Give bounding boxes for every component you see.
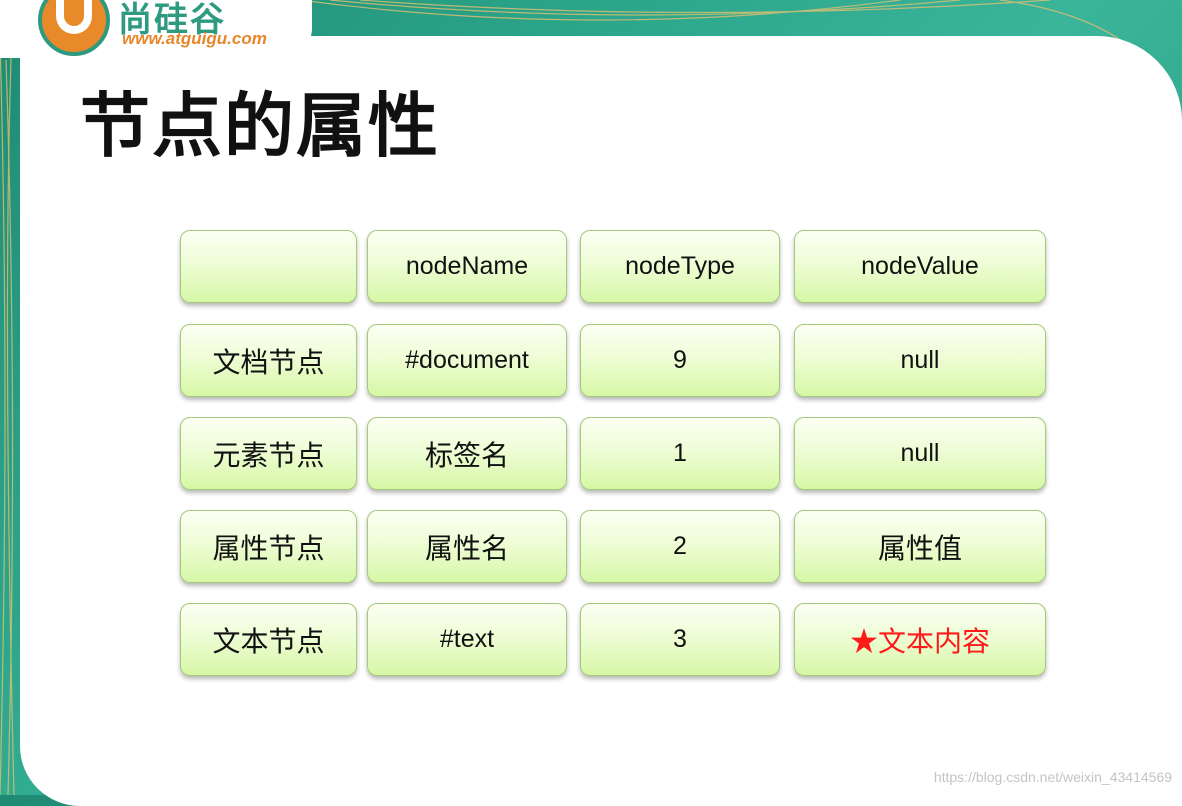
table-cell: 1 xyxy=(580,417,780,490)
page-title: 节点的属性 xyxy=(80,85,440,167)
table-cell: null xyxy=(794,324,1046,397)
table-header-cell xyxy=(180,230,357,303)
table-cell: 文本节点 xyxy=(180,603,357,676)
table-cell: 2 xyxy=(580,510,780,583)
table-cell: null xyxy=(794,417,1046,490)
table-cell-highlighted: ★文本内容 xyxy=(794,603,1046,676)
logo-url: www.atguigu.com xyxy=(122,29,267,48)
table-cell: 标签名 xyxy=(367,417,567,490)
table-cell: 文档节点 xyxy=(180,324,357,397)
table-cell: #document xyxy=(367,324,567,397)
table-cell: 3 xyxy=(580,603,780,676)
logo: 尚硅谷 www.atguigu.com xyxy=(0,0,312,58)
table-cell: 属性节点 xyxy=(180,510,357,583)
table-cell: 属性名 xyxy=(367,510,567,583)
table-cell: #text xyxy=(367,603,567,676)
table-cell: 元素节点 xyxy=(180,417,357,490)
watermark: https://blog.csdn.net/weixin_43414569 xyxy=(933,769,1172,785)
table-header-cell: nodeType xyxy=(580,230,780,303)
table-cell: 属性值 xyxy=(794,510,1046,583)
table-header-cell: nodeValue xyxy=(794,230,1046,303)
table-header-cell: nodeName xyxy=(367,230,567,303)
logo-u-icon xyxy=(38,0,110,56)
table-cell: 9 xyxy=(580,324,780,397)
